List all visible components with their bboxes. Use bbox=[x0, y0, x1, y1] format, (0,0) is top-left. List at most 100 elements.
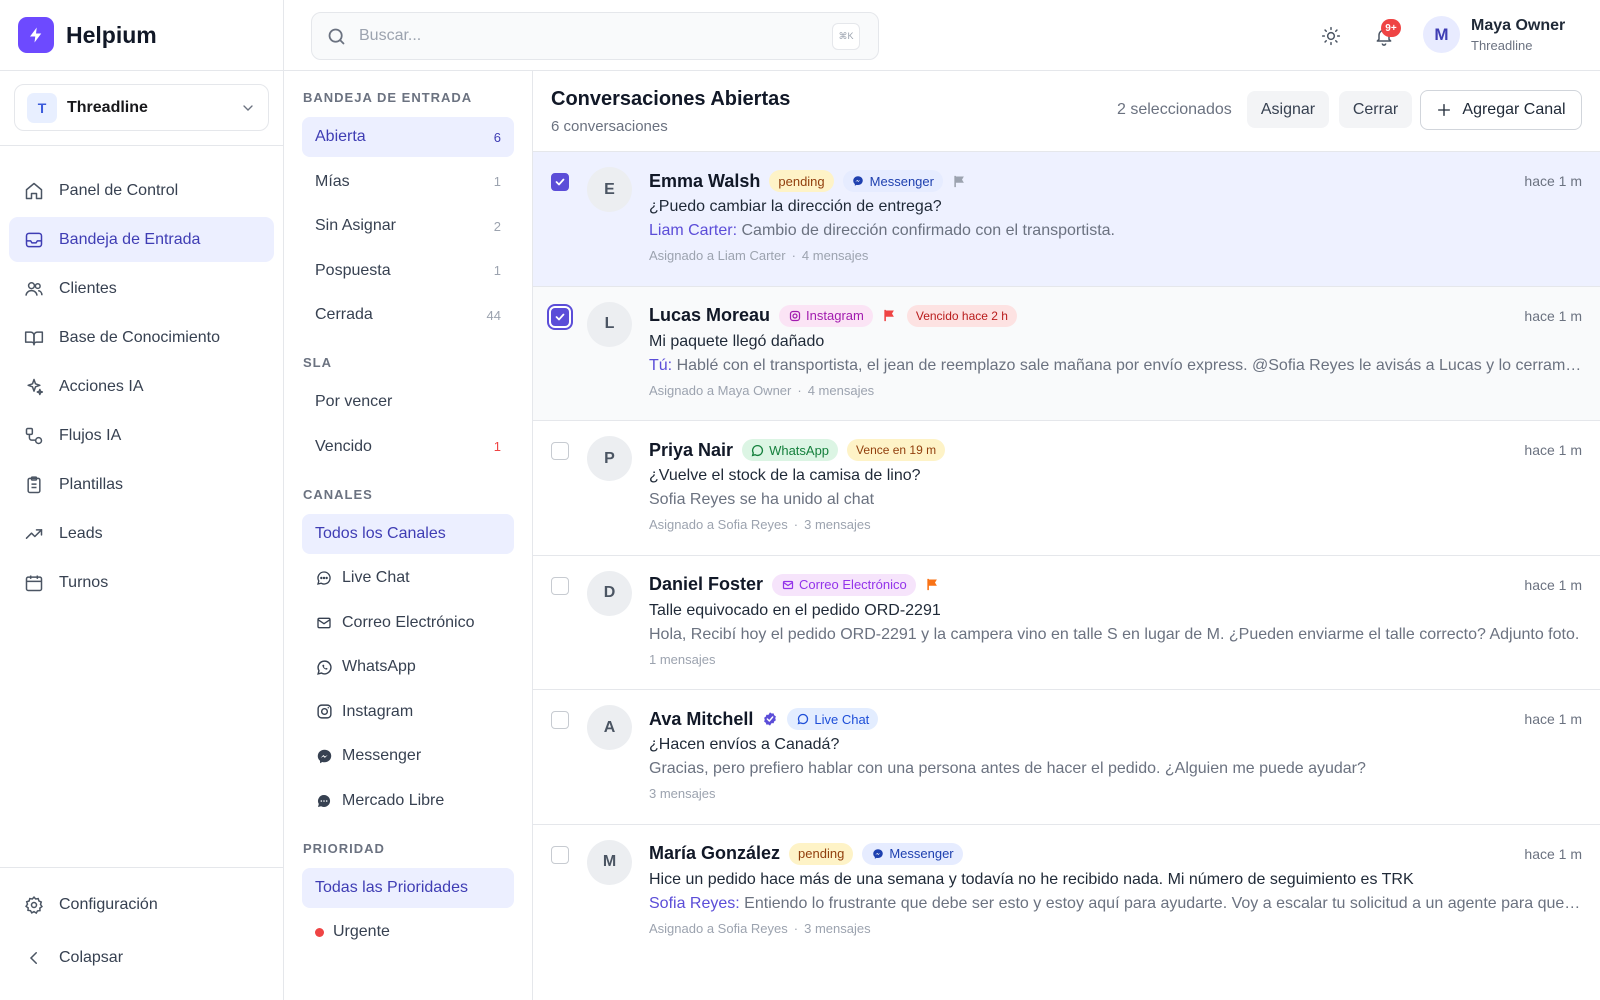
nav-item-templates[interactable]: Plantillas bbox=[9, 462, 274, 507]
conversation-subject: Mi paquete llegó dañado bbox=[649, 332, 825, 350]
section-title-priority: PRIORIDAD bbox=[303, 840, 385, 856]
timestamp: hace 1 m bbox=[1524, 576, 1582, 593]
nav-label: Acciones IA bbox=[59, 377, 144, 395]
preview-text: Entiendo lo frustrante que debe ser esto… bbox=[744, 894, 1582, 912]
customer-name: Daniel Foster bbox=[649, 574, 764, 594]
filter-channel-instagram[interactable]: Instagram bbox=[302, 692, 514, 732]
message-preview: Sofia Reyes se ha unido al chat bbox=[649, 491, 875, 508]
nav-item-knowledge-base[interactable]: Base de Conocimiento bbox=[9, 315, 274, 360]
meta-separator: · bbox=[797, 382, 802, 398]
nav-item-leads[interactable]: Leads bbox=[9, 511, 274, 556]
verified-badge-icon bbox=[762, 711, 778, 727]
filter-label: Instagram bbox=[342, 702, 414, 720]
nav-item-inbox[interactable]: Bandeja de Entrada bbox=[9, 217, 274, 262]
sparkle-icon bbox=[23, 376, 45, 398]
theme-toggle-button[interactable] bbox=[1319, 24, 1343, 48]
nav-label: Turnos bbox=[59, 573, 109, 591]
channel-label: WhatsApp bbox=[769, 442, 830, 458]
conversation-row[interactable]: E Emma Walsh pending Messenger hace 1 m … bbox=[533, 152, 1600, 287]
row-checkbox[interactable] bbox=[551, 576, 569, 595]
filter-count: 1 bbox=[493, 174, 501, 189]
channel-badge: Correo Electrónico bbox=[772, 573, 916, 596]
nav-item-ai-actions[interactable]: Acciones IA bbox=[9, 364, 274, 409]
nav-item-customers[interactable]: Clientes bbox=[9, 266, 274, 311]
filter-unassigned[interactable]: Sin Asignar 2 bbox=[302, 206, 514, 246]
flag-icon[interactable] bbox=[925, 577, 941, 593]
mercadolibre-icon bbox=[315, 792, 333, 810]
flag-icon[interactable] bbox=[882, 308, 898, 324]
filter-label: Cerrada bbox=[315, 306, 373, 323]
nav-item-appointments[interactable]: Turnos bbox=[9, 560, 274, 605]
message-preview: Gracias, pero prefiero hablar con una pe… bbox=[649, 760, 1366, 777]
row-checkbox[interactable] bbox=[551, 307, 569, 326]
customer-name: Emma Walsh bbox=[649, 170, 761, 191]
filter-all-channels[interactable]: Todos los Canales bbox=[302, 513, 514, 554]
conversation-list-panel: Conversaciones Abiertas 6 conversaciones… bbox=[533, 71, 1600, 1000]
conversation-row[interactable]: A Ava Mitchell Live Chat hace 1 m ¿Hacen… bbox=[533, 690, 1600, 825]
status-badge: pending bbox=[769, 170, 834, 192]
filter-label: Sin Asignar bbox=[315, 217, 396, 234]
filter-channel-email[interactable]: Correo Electrónico bbox=[302, 603, 514, 643]
add-channel-button[interactable]: Agregar Canal bbox=[1420, 90, 1582, 130]
filter-channel-live-chat[interactable]: Live Chat bbox=[302, 558, 514, 598]
filter-label: Mías bbox=[315, 172, 350, 190]
timestamp: hace 1 m bbox=[1524, 711, 1582, 727]
message-count: 4 mensajes bbox=[801, 248, 869, 263]
messenger-icon bbox=[871, 847, 884, 860]
search-input[interactable] bbox=[359, 27, 799, 45]
filter-sla-overdue[interactable]: Vencido 1 bbox=[302, 427, 514, 467]
conversation-meta: 1 mensajes bbox=[649, 652, 1582, 670]
timestamp: hace 1 m bbox=[1524, 845, 1582, 862]
conversation-row[interactable]: D Daniel Foster Correo Electrónico hace … bbox=[533, 556, 1600, 690]
gear-icon bbox=[23, 894, 45, 916]
nav-item-dashboard[interactable]: Panel de Control bbox=[9, 168, 274, 213]
row-checkbox[interactable] bbox=[551, 173, 569, 191]
channel-label: Live Chat bbox=[814, 711, 870, 727]
meta-separator: · bbox=[793, 920, 799, 936]
filter-label: Por vencer bbox=[315, 393, 393, 410]
filter-all-priorities[interactable]: Todas las Prioridades bbox=[302, 867, 514, 908]
workspace-switcher[interactable]: T Threadline bbox=[14, 84, 269, 131]
plus-icon bbox=[1436, 102, 1452, 118]
lightning-logo-icon bbox=[18, 17, 54, 53]
collapse-sidebar-button[interactable]: Colapsar bbox=[9, 935, 274, 980]
conversation-row[interactable]: P Priya Nair WhatsApp Vence en 19 m hace… bbox=[533, 421, 1600, 556]
nav-label: Configuración bbox=[59, 895, 158, 913]
filter-label: Urgente bbox=[333, 923, 390, 940]
filter-open[interactable]: Abierta 6 bbox=[302, 117, 514, 157]
filter-priority-urgent[interactable]: Urgente bbox=[302, 912, 514, 952]
row-checkbox[interactable] bbox=[551, 845, 569, 864]
list-header: Conversaciones Abiertas 6 conversaciones… bbox=[533, 71, 1600, 152]
nav-item-settings[interactable]: Configuración bbox=[9, 882, 274, 927]
filter-sla-due-soon[interactable]: Por vencer bbox=[302, 382, 514, 422]
brand: Helpium bbox=[0, 0, 283, 71]
filter-channel-whatsapp[interactable]: WhatsApp bbox=[302, 647, 514, 687]
row-checkbox[interactable] bbox=[551, 442, 569, 460]
clipboard-icon bbox=[23, 474, 45, 496]
assignee: Asignado a Liam Carter bbox=[649, 248, 786, 263]
row-checkbox[interactable] bbox=[551, 711, 569, 729]
conversation-row[interactable]: M María González pending Messenger hace … bbox=[533, 825, 1600, 960]
conversation-row[interactable]: L Lucas Moreau Instagram Vencido hace 2 … bbox=[533, 286, 1600, 421]
avatar: E bbox=[587, 167, 632, 212]
main-nav: Panel de Control Bandeja de Entrada Clie… bbox=[0, 146, 283, 605]
filter-label: Todos los Canales bbox=[315, 524, 446, 542]
filter-snoozed[interactable]: Pospuesta 1 bbox=[302, 251, 514, 291]
preview-author: Liam Carter: bbox=[649, 222, 738, 239]
filter-count: 2 bbox=[493, 218, 501, 234]
assign-button[interactable]: Asignar bbox=[1247, 91, 1329, 128]
message-count: 1 mensajes bbox=[649, 651, 716, 667]
close-button[interactable]: Cerrar bbox=[1339, 91, 1412, 128]
inbox-icon bbox=[23, 229, 45, 251]
message-preview: Liam Carter: Cambio de dirección confirm… bbox=[649, 219, 1582, 243]
avatar: A bbox=[587, 705, 632, 750]
flag-icon[interactable] bbox=[952, 173, 968, 189]
urgent-dot-icon bbox=[315, 927, 324, 937]
nav-item-ai-flows[interactable]: Flujos IA bbox=[9, 413, 274, 458]
filter-channel-mercado-libre[interactable]: Mercado Libre bbox=[302, 781, 514, 821]
filter-channel-messenger[interactable]: Messenger bbox=[302, 736, 514, 776]
user-menu[interactable]: M Maya Owner Threadline bbox=[1423, 16, 1565, 53]
filter-closed[interactable]: Cerrada 44 bbox=[302, 295, 514, 335]
check-icon bbox=[555, 178, 565, 186]
filter-mine[interactable]: Mías 1 bbox=[302, 162, 514, 202]
